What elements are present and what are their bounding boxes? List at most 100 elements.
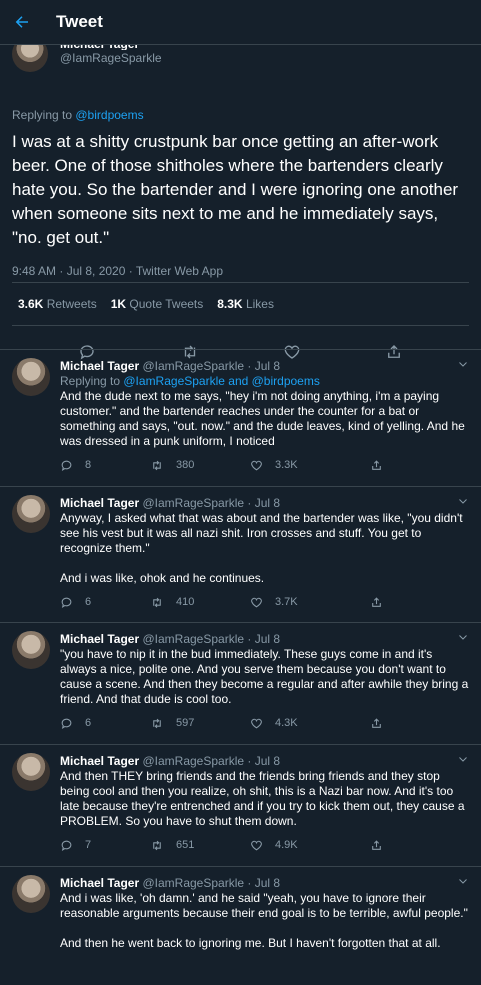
chevron-down-icon[interactable] (457, 358, 469, 370)
retweet-count: 380 (176, 459, 195, 471)
retweet-button[interactable]: 380 (150, 459, 250, 472)
share-button[interactable] (370, 717, 383, 730)
reply-date[interactable]: · Jul 8 (247, 632, 280, 646)
retweet-icon (153, 840, 161, 850)
share-button[interactable] (370, 459, 383, 472)
reply-author-handle[interactable]: @IamRageSparkle (142, 359, 244, 373)
back-button[interactable] (12, 12, 32, 32)
reply-count: 7 (85, 839, 92, 851)
retweet-button[interactable]: 651 (150, 839, 250, 852)
reply-date[interactable]: · Jul 8 (247, 359, 280, 373)
reply-text: Anyway, I asked what that was about and … (60, 511, 463, 585)
reply-tweet[interactable]: Michael Tager @IamRageSparkle · Jul 8 "y… (0, 622, 481, 744)
reply-button[interactable]: 6 (60, 717, 150, 730)
heart-icon (251, 718, 262, 728)
quotes-count: 1K (110, 297, 127, 311)
reply-count: 6 (85, 596, 92, 608)
chevron-down-icon[interactable] (457, 753, 469, 765)
comment-icon (61, 718, 72, 729)
share-button[interactable] (370, 839, 383, 852)
reply-tweet[interactable]: Michael Tager @IamRageSparkle · Jul 8 An… (0, 744, 481, 866)
like-count: 3.3K (275, 459, 298, 471)
likes-stat[interactable]: 8.3K Likes (217, 297, 274, 311)
reply-author-name[interactable]: Michael Tager (60, 754, 139, 768)
like-button[interactable]: 4.9K (250, 839, 370, 852)
reply-actions: 8 380 3.3K (60, 449, 469, 481)
retweets-label: Retweets (46, 297, 97, 311)
avatar[interactable] (12, 631, 50, 669)
like-count: 3.7K (275, 596, 298, 608)
reply-tweet[interactable]: Michael Tager @IamRageSparkle · Jul 8 Re… (0, 349, 481, 486)
retweet-icon (153, 597, 161, 607)
like-button[interactable]: 4.3K (250, 717, 370, 730)
replying-to: Replying to @birdpoems (12, 108, 469, 122)
like-button[interactable]: 3.7K (250, 596, 370, 609)
replying-link[interactable]: @birdpoems (75, 108, 143, 122)
chevron-down-icon[interactable] (457, 631, 469, 643)
page-title: Tweet (56, 12, 103, 31)
reply-actions: 6 410 3.7K (60, 586, 469, 618)
retweet-count: 651 (176, 839, 195, 851)
reply-button[interactable]: 7 (60, 839, 150, 852)
reply-author-name[interactable]: Michael Tager (60, 496, 139, 510)
like-count: 4.9K (275, 839, 298, 851)
retweets-stat[interactable]: 3.6K Retweets (18, 297, 97, 311)
reply-text: And the dude next to me says, "hey i'm n… (60, 389, 469, 448)
retweet-count: 597 (176, 717, 195, 729)
quotes-stat[interactable]: 1K Quote Tweets (111, 297, 204, 311)
chevron-down-icon[interactable] (457, 875, 469, 887)
reply-text: "you have to nip it in the bud immediate… (60, 647, 472, 706)
comment-icon (61, 460, 72, 471)
author-handle[interactable]: @IamRageSparkle (60, 50, 162, 66)
like-count: 4.3K (275, 717, 298, 729)
retweet-icon (153, 460, 161, 470)
reply-author-name[interactable]: Michael Tager (60, 359, 139, 373)
reply-author-name[interactable]: Michael Tager (60, 876, 139, 890)
reply-tweet[interactable]: Michael Tager @IamRageSparkle · Jul 8 An… (0, 866, 481, 985)
tweet-stats: 3.6K Retweets 1K Quote Tweets 8.3K Likes (0, 283, 481, 325)
tweet-timestamp[interactable]: 9:48 AM · Jul 8, 2020 · Twitter Web App (12, 264, 469, 282)
avatar[interactable] (12, 875, 50, 913)
reply-author-handle[interactable]: @IamRageSparkle (142, 632, 244, 646)
avatar[interactable] (12, 358, 50, 396)
reply-date[interactable]: · Jul 8 (247, 754, 280, 768)
reply-author-handle[interactable]: @IamRageSparkle (142, 876, 244, 890)
reply-author-handle[interactable]: @IamRageSparkle (142, 496, 244, 510)
reply-text: And i was like, 'oh damn.' and he said "… (60, 891, 468, 950)
likes-count: 8.3K (217, 297, 243, 311)
reply-button[interactable]: 6 (60, 596, 150, 609)
avatar[interactable] (12, 753, 50, 791)
retweet-button[interactable]: 597 (150, 717, 250, 730)
retweets-count: 3.6K (18, 297, 44, 311)
reply-author-name[interactable]: Michael Tager (60, 632, 139, 646)
top-bar: Tweet (0, 0, 481, 45)
reply-count: 6 (85, 717, 92, 729)
likes-label: Likes (245, 297, 274, 311)
replying-link[interactable]: @IamRageSparkle and @birdpoems (123, 374, 319, 388)
retweet-button[interactable]: 410 (150, 596, 250, 609)
reply-date[interactable]: · Jul 8 (247, 496, 280, 510)
share-icon (372, 717, 381, 728)
chevron-down-icon[interactable] (457, 495, 469, 507)
reply-text: And then THEY bring friends and the frie… (60, 769, 468, 828)
comment-icon (61, 597, 72, 608)
retweet-count: 410 (176, 596, 195, 608)
reply-tweet[interactable]: Michael Tager @IamRageSparkle · Jul 8 An… (0, 486, 481, 622)
avatar[interactable] (12, 495, 50, 533)
retweet-icon (153, 718, 161, 728)
reply-actions: 7 651 4.9K (60, 829, 469, 861)
reply-button[interactable]: 8 (60, 459, 150, 472)
heart-icon (251, 840, 262, 850)
share-button[interactable] (370, 596, 383, 609)
main-tweet: Michael Tager @IamRageSparkle Replying t… (0, 36, 481, 378)
like-button[interactable]: 3.3K (250, 459, 370, 472)
replying-prefix: Replying to (12, 108, 76, 122)
heart-icon (251, 597, 262, 607)
reply-author-handle[interactable]: @IamRageSparkle (142, 754, 244, 768)
comment-icon (61, 840, 72, 851)
share-icon (372, 839, 381, 850)
reply-date[interactable]: · Jul 8 (247, 876, 280, 890)
heart-icon (251, 460, 262, 470)
quotes-label: Quote Tweets (129, 297, 204, 311)
reply-actions: 6 597 4.3K (60, 707, 469, 739)
